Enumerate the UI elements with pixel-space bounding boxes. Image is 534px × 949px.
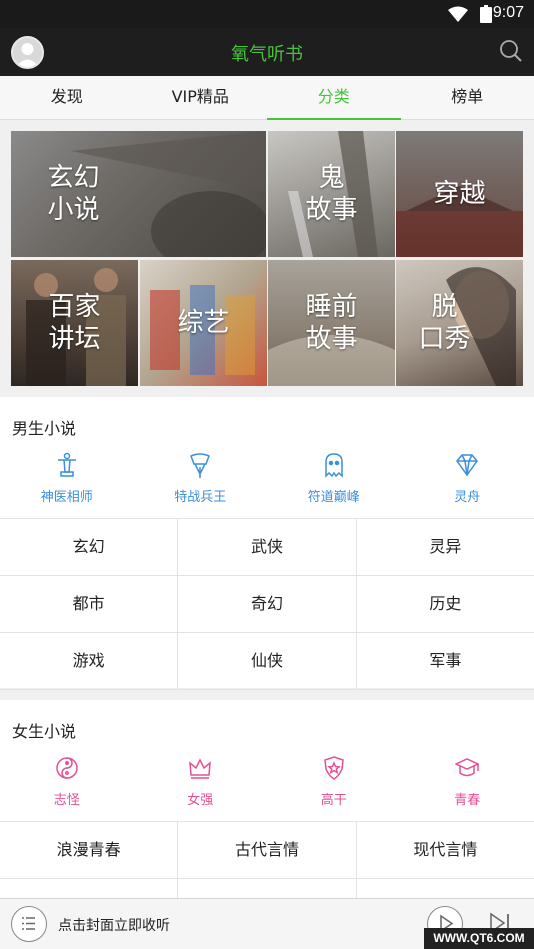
genre-cell[interactable]: 古代言情 (178, 822, 357, 878)
genre-cell[interactable]: 奇幻 (178, 576, 357, 632)
status-time: 9:07 (492, 4, 524, 21)
genre-row: 玄幻 武侠 灵异 (0, 519, 534, 576)
icon-label: 特战兵王 (174, 490, 227, 505)
icon-item-qingchun[interactable]: 青春 (401, 749, 534, 819)
diamond-icon (456, 454, 479, 477)
tab-discover[interactable]: 发现 (0, 76, 134, 119)
genre-cell[interactable]: 历史 (357, 576, 534, 632)
category-tile-variety[interactable]: 综艺 (140, 260, 267, 386)
genre-cell[interactable]: 玄幻 (0, 519, 179, 575)
female-novel-section: 女生小说 志怪 女强 高干 青春 浪漫青春 古代言情 现代言情 (0, 700, 534, 899)
icon-item-tezhan[interactable]: 特战兵王 (134, 446, 268, 516)
crown-icon (189, 758, 212, 779)
app-header: 氧气听书 (0, 28, 534, 76)
genre-row: 游戏 仙侠 军事 (0, 633, 534, 690)
icon-label: 灵舟 (454, 490, 481, 505)
tile-label: 鬼 故事 (305, 163, 358, 225)
icon-label: 青春 (454, 793, 481, 808)
category-tile-talkshow[interactable]: 脱 口秀 (396, 260, 523, 386)
male-icon-row: 神医相师 特战兵王 符道巅峰 灵舟 (0, 446, 534, 516)
tile-label: 穿越 (433, 179, 486, 209)
section-title: 女生小说 (12, 722, 77, 741)
genre-cell[interactable]: 游戏 (0, 633, 179, 689)
tile-label: 睡前 故事 (305, 292, 358, 354)
icon-item-gaogan[interactable]: 高干 (267, 749, 401, 819)
icon-item-zhiguai[interactable]: 志怪 (0, 749, 134, 819)
tab-category[interactable]: 分类 (267, 76, 401, 120)
genre-cell-partial[interactable] (0, 879, 179, 898)
icon-item-lingzhou[interactable]: 灵舟 (401, 446, 534, 516)
category-tile-time-travel[interactable]: 穿越 (396, 131, 523, 257)
badge-icon (190, 453, 211, 478)
tab-vip[interactable]: VIP精品 (134, 76, 268, 119)
category-tile-bedtime[interactable]: 睡前 故事 (268, 260, 395, 386)
shield-star-icon (323, 756, 344, 780)
icon-item-fudao[interactable]: 符道巅峰 (267, 446, 401, 516)
graduation-cap-icon (455, 758, 480, 777)
app-root: 9:07 氧气听书 发现 VIP精品 分类 榜单 玄幻 小说 鬼 故事 穿越 百… (0, 0, 534, 949)
icon-label: 志怪 (53, 793, 80, 808)
genre-cell[interactable]: 浪漫青春 (0, 822, 179, 878)
statue-icon (57, 452, 76, 477)
ghost-icon (325, 453, 343, 478)
genre-cell[interactable]: 军事 (357, 633, 534, 689)
tile-label: 百家 讲坛 (48, 292, 101, 354)
category-tile-xuanhuan[interactable]: 玄幻 小说 (11, 131, 266, 257)
genre-row: 浪漫青春 古代言情 现代言情 (0, 822, 534, 879)
genre-row: 都市 奇幻 历史 (0, 576, 534, 633)
category-tile-ghost[interactable]: 鬼 故事 (268, 131, 395, 257)
female-genre-grid: 浪漫青春 古代言情 现代言情 (0, 821, 534, 899)
icon-label: 符道巅峰 (307, 490, 360, 505)
watermark: WWW.QT6.COM (424, 928, 534, 949)
main-tabs: 发现 VIP精品 分类 榜单 (0, 76, 534, 120)
tab-ranking[interactable]: 榜单 (401, 76, 534, 119)
genre-cell[interactable]: 灵异 (357, 519, 534, 575)
genre-cell[interactable]: 仙侠 (178, 633, 357, 689)
male-novel-section: 男生小说 神医相师 特战兵王 符道巅峰 灵舟 玄幻 武侠 灵异 都市 奇幻 历史… (0, 397, 534, 690)
genre-cell[interactable]: 现代言情 (357, 822, 534, 878)
genre-cell-partial[interactable] (357, 879, 534, 898)
female-icon-row: 志怪 女强 高干 青春 (0, 749, 534, 819)
genre-cell[interactable]: 都市 (0, 576, 179, 632)
list-icon (22, 917, 35, 930)
icon-label: 神医相师 (40, 490, 93, 505)
section-title: 男生小说 (12, 419, 77, 438)
tile-label: 综艺 (177, 308, 230, 338)
battery-icon (480, 5, 492, 23)
category-tile-baijia[interactable]: 百家 讲坛 (11, 260, 138, 386)
wifi-icon (448, 6, 468, 22)
yin-yang-icon (56, 757, 78, 779)
status-bar: 9:07 (0, 0, 534, 28)
app-title: 氧气听书 (231, 44, 303, 65)
icon-label: 高干 (320, 793, 347, 808)
genre-row (0, 879, 534, 899)
male-genre-grid: 玄幻 武侠 灵异 都市 奇幻 历史 游戏 仙侠 军事 (0, 518, 534, 690)
genre-cell[interactable]: 武侠 (178, 519, 357, 575)
icon-item-shenyi[interactable]: 神医相师 (0, 446, 134, 516)
tile-label: 玄幻 小说 (47, 163, 100, 225)
genre-cell-partial[interactable] (178, 879, 357, 898)
tile-label: 脱 口秀 (418, 292, 471, 354)
playlist-button[interactable] (11, 906, 47, 942)
player-hint-text: 点击封面立即收听 (58, 918, 170, 934)
search-icon[interactable] (499, 39, 523, 63)
icon-label: 女强 (187, 793, 214, 808)
category-image-grid: 玄幻 小说 鬼 故事 穿越 百家 讲坛 综艺 睡前 故事 脱 口秀 (11, 131, 523, 386)
icon-item-nvqiang[interactable]: 女强 (134, 749, 268, 819)
